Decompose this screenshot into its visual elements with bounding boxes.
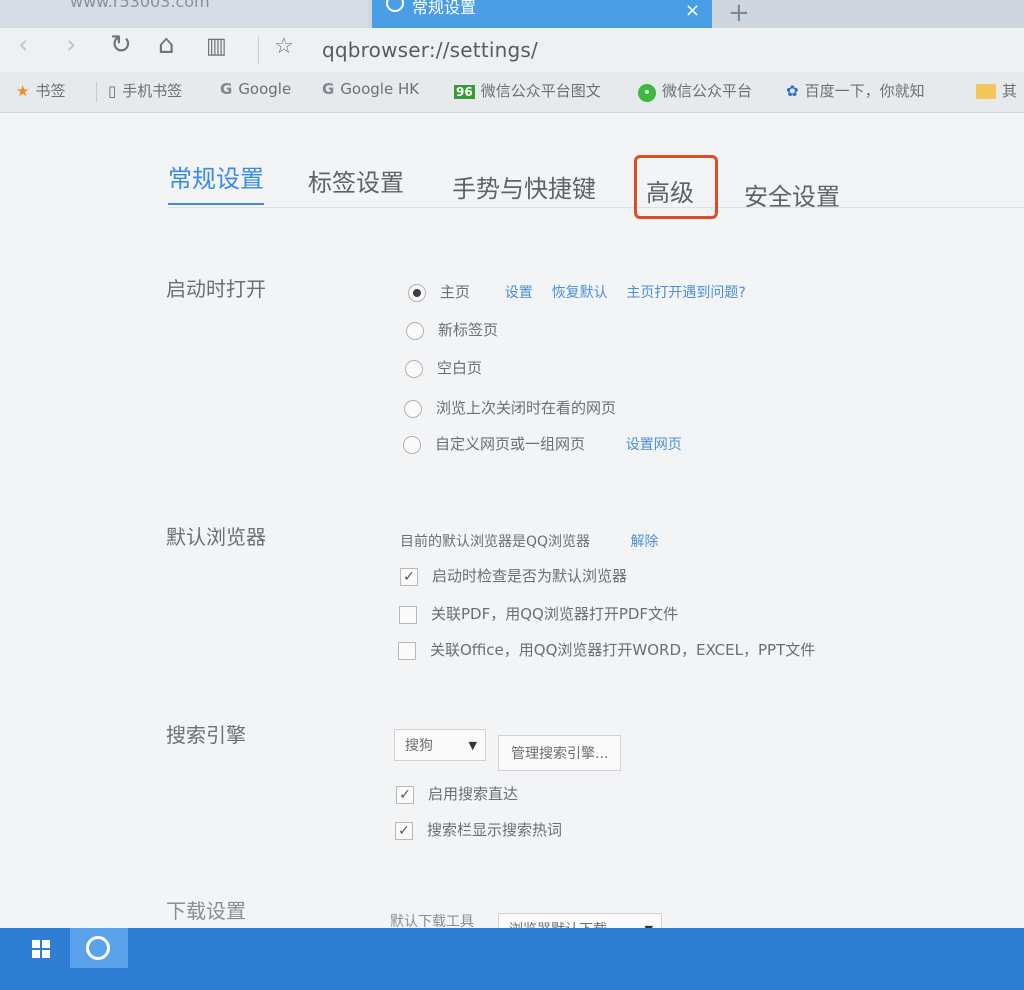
radio[interactable] bbox=[404, 399, 422, 418]
bookmark-item[interactable]: G Google bbox=[220, 80, 291, 98]
check-search-direct[interactable]: ✓ 启用搜索直达 bbox=[396, 783, 518, 804]
checkbox[interactable] bbox=[399, 605, 417, 624]
reader-icon[interactable]: ▥ bbox=[206, 34, 227, 59]
startup-option-last-session[interactable]: 浏览上次关闭时在看的网页 bbox=[404, 397, 616, 418]
google-icon: G bbox=[220, 80, 233, 98]
settings-tabs: 常规设置 标签设置 手势与快捷键 高级 安全设置 bbox=[0, 113, 1024, 223]
bookmarks-bar: ★ 书签 ▯ 手机书签 G Google G Google HK 96 微信公众平台图文 … bbox=[0, 72, 1024, 113]
close-tab-icon[interactable]: × bbox=[685, 0, 700, 21]
home-icon[interactable]: ⌂ bbox=[158, 30, 175, 60]
forward-icon[interactable]: › bbox=[66, 30, 76, 60]
qqbrowser-icon bbox=[86, 936, 110, 960]
startup-option-homepage[interactable]: 主页 设置 恢复默认 主页打开遇到问题? bbox=[408, 281, 746, 302]
windows-start-icon[interactable] bbox=[22, 932, 62, 966]
restore-default-link[interactable]: 恢复默认 bbox=[552, 285, 608, 301]
settings-page: 常规设置 标签设置 手势与快捷键 高级 安全设置 启动时打开 主页 设置 恢复默… bbox=[0, 113, 1024, 945]
manage-search-engines-button[interactable]: 管理搜索引擎... bbox=[498, 735, 622, 771]
startup-option-custom[interactable]: 自定义网页或一组网页 设置网页 bbox=[403, 433, 682, 454]
checkbox-checked[interactable]: ✓ bbox=[395, 821, 413, 840]
toolbar-divider bbox=[258, 36, 259, 64]
bookmark-item[interactable]: G Google HK bbox=[322, 80, 419, 98]
check-associate-pdf[interactable]: 关联PDF，用QQ浏览器打开PDF文件 bbox=[399, 603, 678, 624]
startup-option-new-tab[interactable]: 新标签页 bbox=[406, 319, 498, 340]
chevron-down-icon: ▼ bbox=[468, 739, 477, 752]
check-associate-office[interactable]: 关联Office，用QQ浏览器打开WORD，EXCEL，PPT文件 bbox=[398, 639, 815, 660]
new-tab-icon[interactable]: + bbox=[728, 0, 750, 28]
wechat-icon: • bbox=[638, 84, 656, 102]
radio-selected[interactable] bbox=[408, 283, 426, 302]
inactive-tab-title: www.r53003.com bbox=[70, 0, 210, 11]
set-pages-link[interactable]: 设置网页 bbox=[626, 437, 682, 453]
browser-tab-inactive[interactable]: www.r53003.com bbox=[0, 0, 368, 28]
tabs-divider bbox=[168, 207, 1024, 208]
search-engine-select[interactable]: 搜狗 ▼ bbox=[394, 729, 486, 761]
tab-strip: www.r53003.com 常规设置 × + bbox=[0, 0, 1024, 28]
default-browser-label: 默认浏览器 bbox=[166, 525, 266, 549]
browser-toolbar: ‹ › ↻ ⌂ ▥ ☆ qqbrowser://settings/ bbox=[0, 28, 1024, 72]
active-tab-underline bbox=[168, 203, 264, 205]
search-engine-label: 搜索引擎 bbox=[166, 723, 246, 747]
unbind-link[interactable]: 解除 bbox=[631, 534, 659, 550]
startup-option-blank[interactable]: 空白页 bbox=[405, 357, 482, 378]
browser-tab-active[interactable]: 常规设置 × bbox=[372, 0, 712, 28]
download-settings-label: 下载设置 bbox=[166, 899, 246, 923]
tab-general[interactable]: 常规设置 bbox=[168, 159, 264, 194]
phone-icon: ▯ bbox=[108, 82, 117, 100]
bookmark-item[interactable]: ▯ 手机书签 bbox=[108, 80, 182, 101]
baidu-icon: ✿ bbox=[786, 82, 799, 100]
refresh-icon[interactable]: ↻ bbox=[110, 30, 132, 60]
qqbrowser-taskbar-button[interactable] bbox=[70, 928, 128, 968]
startup-label: 启动时打开 bbox=[166, 277, 266, 301]
qqbrowser-tab-icon bbox=[386, 0, 404, 12]
radio[interactable] bbox=[406, 321, 424, 340]
bookmark-divider bbox=[96, 82, 97, 102]
homepage-help-link[interactable]: 主页打开遇到问题? bbox=[626, 285, 745, 301]
google-icon: G bbox=[322, 80, 335, 98]
star-icon: ★ bbox=[16, 82, 30, 100]
checkbox-checked[interactable]: ✓ bbox=[400, 567, 418, 586]
check-search-hot-words[interactable]: ✓ 搜索栏显示搜索热词 bbox=[395, 819, 562, 840]
address-bar[interactable]: qqbrowser://settings/ bbox=[322, 38, 538, 62]
windows-taskbar bbox=[0, 928, 1024, 990]
bookmark-item[interactable]: 96 微信公众平台图文 bbox=[454, 80, 601, 101]
check-default-on-startup[interactable]: ✓ 启动时检查是否为默认浏览器 bbox=[400, 565, 627, 586]
homepage-settings-link[interactable]: 设置 bbox=[505, 285, 533, 301]
tab-gestures-shortcuts[interactable]: 手势与快捷键 bbox=[452, 169, 596, 204]
star-icon[interactable]: ☆ bbox=[274, 34, 294, 59]
checkbox[interactable] bbox=[398, 641, 416, 660]
highlight-annotation bbox=[634, 155, 718, 219]
bookmark-item[interactable]: • 微信公众平台 bbox=[638, 80, 752, 102]
bookmark-item[interactable]: ✿ 百度一下，你就知 bbox=[786, 80, 925, 101]
bookmark-item[interactable]: ★ 书签 bbox=[16, 80, 65, 101]
checkbox-checked[interactable]: ✓ bbox=[396, 785, 414, 804]
tab-tabs[interactable]: 标签设置 bbox=[308, 163, 404, 198]
96-icon: 96 bbox=[454, 85, 475, 99]
folder-icon bbox=[976, 84, 996, 99]
back-icon[interactable]: ‹ bbox=[18, 30, 28, 60]
radio[interactable] bbox=[403, 435, 421, 454]
bookmark-folder[interactable]: 其 bbox=[976, 80, 1017, 101]
radio[interactable] bbox=[405, 359, 423, 378]
active-tab-title: 常规设置 bbox=[412, 0, 477, 17]
default-browser-status: 目前的默认浏览器是QQ浏览器 解除 bbox=[400, 534, 659, 550]
